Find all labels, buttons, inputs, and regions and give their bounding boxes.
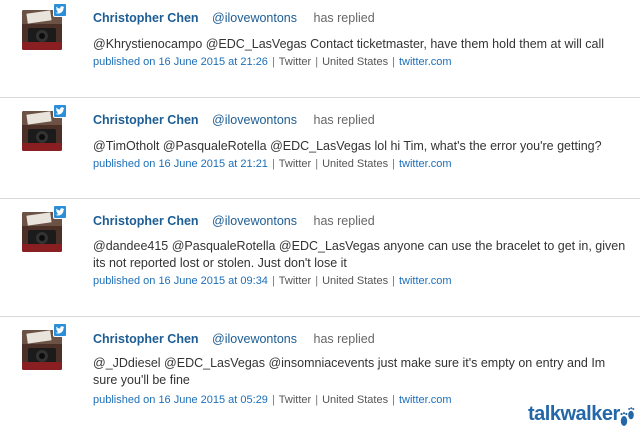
post-header: Christopher Chen @ilovewontons has repli… [93, 11, 375, 25]
network-label: Twitter [278, 275, 312, 287]
author-name[interactable]: Christopher Chen [93, 11, 199, 25]
mention-feed: Christopher Chen @ilovewontons has repli… [0, 0, 640, 439]
published-link[interactable]: published on 16 June 2015 at 05:29 [93, 394, 268, 406]
brand-logo: talkwalker [528, 403, 638, 433]
author-handle[interactable]: @ilovewontons [212, 113, 297, 127]
author-name[interactable]: Christopher Chen [93, 113, 199, 127]
country-label: United States [322, 158, 389, 170]
twitter-bird-icon [53, 205, 67, 219]
post-meta: published on 16 June 2015 at 09:34 | Twitt… [93, 275, 452, 287]
divider [0, 316, 640, 317]
divider [0, 198, 640, 199]
brand-name: talkwalker [528, 403, 620, 425]
post-header: Christopher Chen @ilovewontons has repli… [93, 332, 375, 346]
published-link[interactable]: published on 16 June 2015 at 21:21 [93, 158, 268, 170]
twitter-bird-icon [53, 3, 67, 17]
site-link[interactable]: twitter.com [399, 394, 452, 406]
author-handle[interactable]: @ilovewontons [212, 214, 297, 228]
site-link[interactable]: twitter.com [399, 158, 452, 170]
post-action: has replied [313, 214, 375, 228]
footprints-icon [618, 403, 636, 436]
post-text: @_JDdiesel @EDC_LasVegas @insomniacevent… [93, 356, 606, 387]
post-action: has replied [313, 113, 375, 127]
author-name[interactable]: Christopher Chen [93, 214, 199, 228]
published-link[interactable]: published on 16 June 2015 at 09:34 [93, 275, 268, 287]
post-text: @Khrystienocampo @EDC_LasVegas Contact t… [93, 37, 605, 51]
post-meta: published on 16 June 2015 at 05:29 | Twitt… [93, 394, 452, 406]
post-meta: published on 16 June 2015 at 21:21 | Twitt… [93, 158, 452, 170]
site-link[interactable]: twitter.com [399, 56, 452, 68]
post-meta: published on 16 June 2015 at 21:26 | Twitt… [93, 56, 452, 68]
post-header: Christopher Chen @ilovewontons has repli… [93, 113, 375, 127]
post-header: Christopher Chen @ilovewontons has repli… [93, 214, 375, 228]
network-label: Twitter [278, 56, 312, 68]
twitter-bird-icon [53, 104, 67, 118]
post-action: has replied [313, 332, 375, 346]
post-action: has replied [313, 11, 375, 25]
published-link[interactable]: published on 16 June 2015 at 21:26 [93, 56, 268, 68]
author-name[interactable]: Christopher Chen [93, 332, 199, 346]
country-label: United States [322, 275, 389, 287]
network-label: Twitter [278, 158, 312, 170]
site-link[interactable]: twitter.com [399, 275, 452, 287]
country-label: United States [322, 56, 389, 68]
country-label: United States [322, 394, 389, 406]
divider [0, 97, 640, 98]
author-handle[interactable]: @ilovewontons [212, 11, 297, 25]
twitter-bird-icon [53, 323, 67, 337]
post-text: @TimOtholt @PasqualeRotella @EDC_LasVega… [93, 139, 602, 153]
author-handle[interactable]: @ilovewontons [212, 332, 297, 346]
network-label: Twitter [278, 394, 312, 406]
post-text: @dandee415 @PasqualeRotella @EDC_LasVega… [93, 239, 626, 270]
